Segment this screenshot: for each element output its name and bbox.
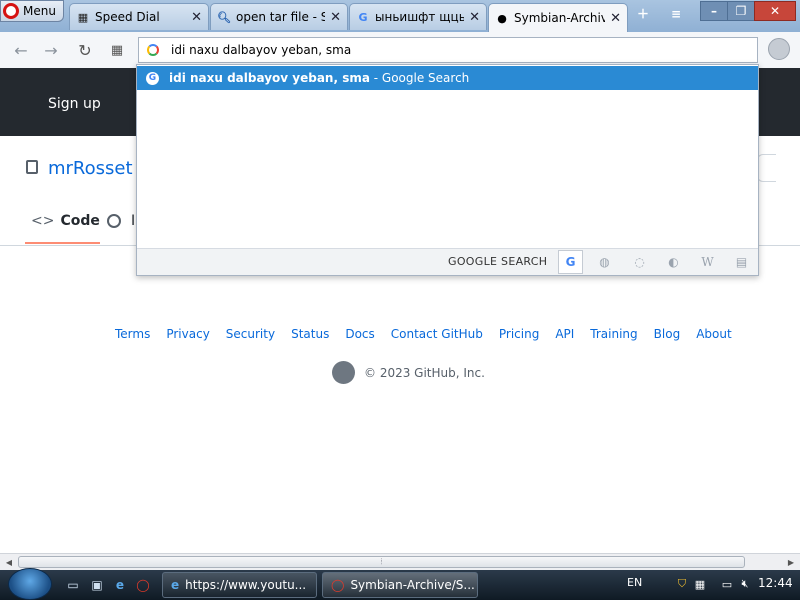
issues-tab-label[interactable]: I <box>131 213 135 229</box>
footer-link-terms[interactable]: Terms <box>115 327 150 341</box>
maximize-button[interactable]: ❐ <box>727 1 755 21</box>
network-icon[interactable]: ▦ <box>693 577 707 591</box>
dictionary-engine-icon[interactable]: ▤ <box>729 250 754 274</box>
opera-icon: ◯ <box>331 578 345 592</box>
google-icon: G <box>358 10 368 24</box>
repo-owner-link[interactable]: mrRosset / <box>48 158 144 179</box>
footer-link-status[interactable]: Status <box>291 327 329 341</box>
minimize-button[interactable]: – <box>700 1 728 21</box>
close-icon[interactable]: ✕ <box>610 11 621 26</box>
footer-link-training[interactable]: Training <box>590 327 637 341</box>
repo-icon <box>26 160 38 174</box>
code-tab-label: Code <box>60 213 100 229</box>
copyright-text: © 2023 GitHub, Inc. <box>364 366 485 380</box>
github-icon: ● <box>497 11 507 25</box>
close-icon[interactable]: ✕ <box>330 10 341 25</box>
footer-link-privacy[interactable]: Privacy <box>166 327 209 341</box>
grid-icon: ▦ <box>77 10 89 24</box>
suggestion-query: idi naxu dalbayov yeban, sma <box>169 71 370 85</box>
clock[interactable]: 12:44 <box>758 576 793 590</box>
footer-link-blog[interactable]: Blog <box>654 327 681 341</box>
opera-icon[interactable]: ◯ <box>134 576 152 594</box>
tab-speed-dial[interactable]: ▦ Speed Dial ✕ <box>69 3 209 30</box>
close-icon[interactable]: ✕ <box>469 10 480 25</box>
search-icon: 🔍︎ <box>217 10 231 24</box>
address-suggestions-dropdown <box>136 64 759 276</box>
footer-link-about[interactable]: About <box>696 327 731 341</box>
tab-open-tar-file[interactable]: 🔍︎ open tar file - Se ✕ <box>210 3 348 30</box>
suggestion-item[interactable]: G idi naxu dalbayov yeban, sma - Google … <box>137 66 758 90</box>
task-label: Symbian-Archive/S... <box>350 578 475 592</box>
task-label: https://www.youtu... <box>185 578 307 592</box>
active-tab-underline <box>25 242 100 244</box>
show-desktop-icon[interactable]: ▭ <box>64 576 82 594</box>
start-button[interactable] <box>8 568 52 600</box>
sign-up-link[interactable]: Sign up <box>48 96 101 112</box>
suggestion-suffix: - Google Search <box>369 71 470 85</box>
tab-symbian-archive[interactable]: ● Symbian-Archiv ✕ <box>488 3 628 32</box>
new-tab-button[interactable]: ＋ <box>630 4 656 22</box>
reload-icon[interactable]: ↻ <box>74 40 96 60</box>
internet-explorer-icon: e <box>171 578 180 592</box>
google-search-button[interactable]: GOOGLE SEARCH <box>448 255 547 268</box>
account-icon[interactable] <box>768 38 790 60</box>
scroll-right-icon[interactable]: ▶ <box>784 555 798 569</box>
google-icon: G <box>146 71 159 85</box>
amazon-engine-icon[interactable]: ◍ <box>592 250 617 274</box>
tab-label: Symbian-Archiv <box>514 11 606 25</box>
footer-link-contact[interactable]: Contact GitHub <box>391 327 483 341</box>
internet-explorer-icon[interactable]: e <box>111 576 129 594</box>
back-icon[interactable]: ← <box>10 40 32 60</box>
speed-dial-icon[interactable]: ▦ <box>106 40 128 60</box>
google-engine-icon[interactable]: G <box>558 250 583 274</box>
tab-code[interactable]: <> Code <box>31 213 100 229</box>
opera-menu-button[interactable]: Menu <box>0 0 64 22</box>
monitor-icon[interactable]: ▭ <box>720 577 734 591</box>
taskbar-item-opera[interactable]: ◯ Symbian-Archive/S... <box>322 572 478 598</box>
close-window-button[interactable]: ✕ <box>754 1 796 21</box>
volume-muted-icon[interactable]: 🔇︎ <box>738 577 752 591</box>
yandex-engine-icon[interactable]: ◌ <box>627 250 652 274</box>
issues-icon[interactable] <box>107 214 121 228</box>
footer-link-docs[interactable]: Docs <box>345 327 374 341</box>
wikipedia-engine-icon[interactable]: W <box>695 250 720 274</box>
language-indicator[interactable]: EN <box>627 576 642 589</box>
tab-label: ыньишфт щцы: <box>375 10 465 24</box>
footer-link-pricing[interactable]: Pricing <box>499 327 539 341</box>
switch-windows-icon[interactable]: ▣ <box>88 576 106 594</box>
opera-logo-icon <box>3 3 19 19</box>
tab-menu-icon[interactable]: ≡ <box>663 5 689 23</box>
tab-label: Speed Dial <box>95 10 160 24</box>
footer-link-api[interactable]: API <box>555 327 574 341</box>
menu-label: Menu <box>23 4 56 18</box>
github-logo-icon[interactable] <box>332 361 355 384</box>
tab-google-search[interactable]: G ыньишфт щцы: ✕ <box>349 3 487 30</box>
code-icon: <> <box>31 213 55 229</box>
address-bar[interactable]: idi naxu dalbayov yeban, sma <box>138 37 758 63</box>
tab-label: open tar file - Se <box>236 10 325 24</box>
taskbar-item-ie[interactable]: e https://www.youtu... <box>162 572 317 598</box>
forward-icon[interactable]: → <box>40 40 62 60</box>
scrollbar-thumb[interactable]: ⦙ <box>18 556 745 568</box>
google-icon <box>147 44 159 56</box>
close-icon[interactable]: ✕ <box>191 10 202 25</box>
footer-links: Terms Privacy Security Status Docs Conta… <box>115 327 732 341</box>
scroll-left-icon[interactable]: ◀ <box>2 555 16 569</box>
duckduckgo-engine-icon[interactable]: ◐ <box>661 250 686 274</box>
footer-link-security[interactable]: Security <box>226 327 275 341</box>
repo-action-button[interactable] <box>757 154 776 182</box>
address-input[interactable]: idi naxu dalbayov yeban, sma <box>171 43 351 57</box>
shield-icon[interactable]: ⛉ <box>675 577 689 591</box>
